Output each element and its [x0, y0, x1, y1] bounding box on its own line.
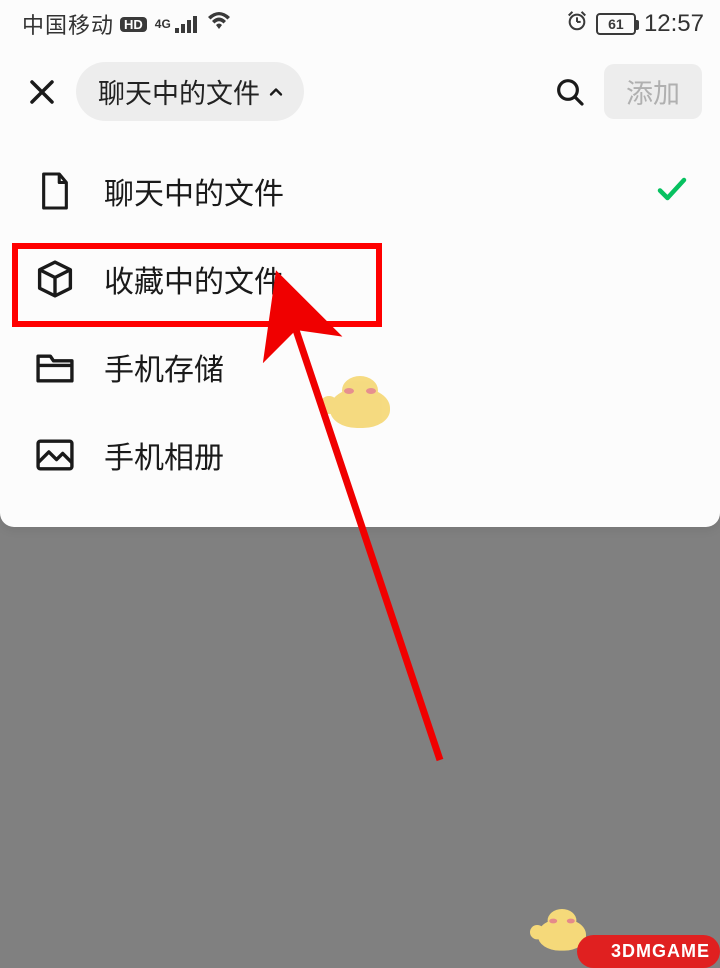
filter-chip[interactable]: 聊天中的文件 — [76, 62, 304, 121]
brand-badge: 3DMGAME — [577, 935, 720, 968]
hd-badge: HD — [120, 17, 147, 32]
add-button[interactable]: 添加 — [604, 64, 702, 119]
filter-chip-label: 聊天中的文件 — [98, 72, 260, 111]
source-menu: 聊天中的文件 收藏中的文件 手机存储 — [0, 143, 720, 527]
network-label: 4G — [155, 18, 171, 30]
status-bar: 中国移动 HD 4G 61 12:57 — [0, 0, 720, 48]
status-left: 中国移动 HD 4G — [22, 8, 231, 40]
folder-icon — [34, 346, 76, 388]
brand-label: 3DMGAME — [611, 941, 710, 962]
file-icon — [34, 170, 76, 212]
menu-item-label: 聊天中的文件 — [104, 169, 626, 213]
carrier-label: 中国移动 — [22, 8, 114, 40]
add-button-label: 添加 — [626, 79, 680, 109]
alarm-icon — [566, 10, 588, 38]
status-right: 61 12:57 — [566, 10, 704, 38]
search-icon[interactable] — [550, 72, 590, 112]
dropdown-panel: 中国移动 HD 4G 61 12:57 — [0, 0, 720, 527]
menu-item-favorites-files[interactable]: 收藏中的文件 — [0, 235, 720, 323]
image-icon — [34, 434, 76, 476]
close-icon[interactable] — [22, 72, 62, 112]
wifi-icon — [207, 11, 231, 37]
watermark-mascot-icon — [320, 366, 400, 436]
signal-icon — [175, 15, 197, 33]
chevron-up-icon — [266, 82, 286, 102]
menu-item-label: 手机相册 — [104, 433, 690, 477]
screen: 中国移动 HD 4G 61 12:57 — [0, 0, 720, 968]
menu-item-label: 收藏中的文件 — [104, 257, 690, 301]
cube-icon — [34, 258, 76, 300]
clock-label: 12:57 — [644, 10, 704, 38]
battery-icon: 61 — [596, 13, 636, 35]
checkmark-icon — [654, 171, 690, 212]
battery-level: 61 — [608, 16, 624, 32]
menu-item-chat-files[interactable]: 聊天中的文件 — [0, 147, 720, 235]
header: 聊天中的文件 添加 — [0, 48, 720, 143]
